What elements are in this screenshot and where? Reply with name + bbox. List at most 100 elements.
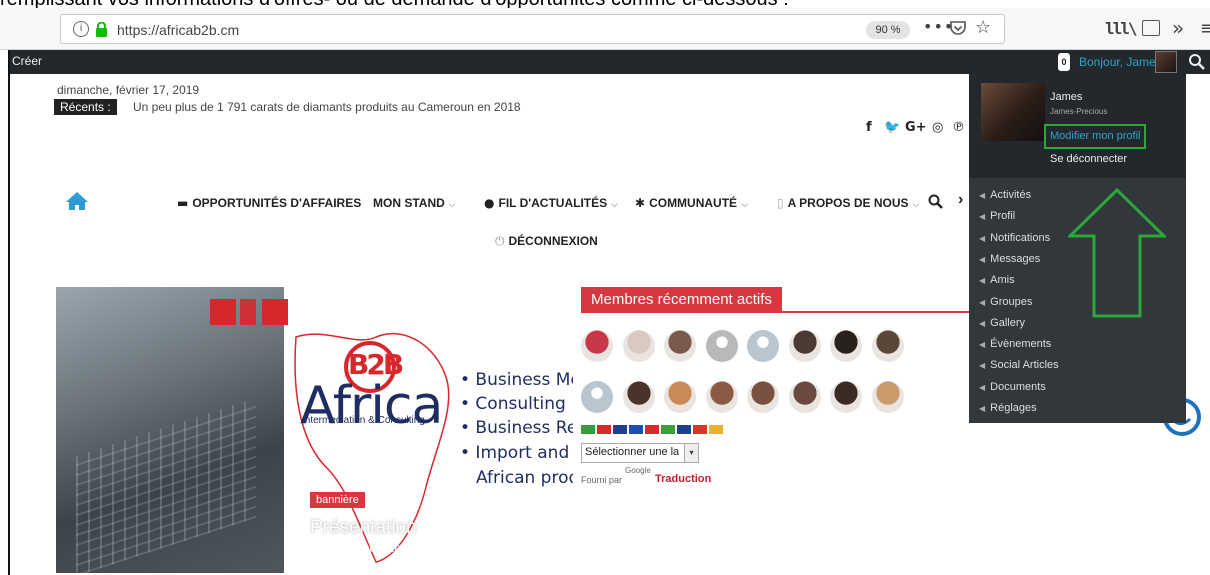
flag-icon[interactable] bbox=[581, 425, 595, 434]
current-date: dimanche, février 17, 2019 bbox=[57, 83, 200, 97]
member-avatar[interactable] bbox=[830, 381, 862, 413]
member-avatar[interactable] bbox=[705, 381, 738, 413]
account-menu-item[interactable]: ◀ Messages bbox=[979, 253, 1040, 265]
browser-toolbar: i https://africab2b.cm 90 % ••• ☆ lll\ »… bbox=[0, 8, 1210, 50]
arrow-left-icon: ◀ bbox=[979, 382, 986, 392]
member-avatar[interactable] bbox=[830, 330, 862, 362]
chevron-down-icon: ▾ bbox=[684, 444, 698, 462]
nav-mon-stand[interactable]: MON STAND ⌵ bbox=[373, 196, 456, 210]
member-avatar[interactable] bbox=[705, 330, 738, 362]
globe-icon: ● bbox=[484, 196, 495, 210]
account-menu-item[interactable]: ◀ Groupes bbox=[979, 296, 1032, 308]
account-menu-item[interactable]: ◀ Gallery bbox=[979, 317, 1025, 329]
flag-icon[interactable] bbox=[709, 425, 723, 434]
hamburger-menu-icon[interactable]: ≡ bbox=[1200, 18, 1210, 39]
member-avatar[interactable] bbox=[581, 330, 613, 362]
member-avatar[interactable] bbox=[871, 381, 904, 413]
document-icon: ▯ bbox=[777, 196, 784, 210]
flag-icon[interactable] bbox=[645, 425, 659, 434]
logout-link[interactable]: Se déconnecter bbox=[1050, 153, 1127, 165]
facebook-icon[interactable]: f bbox=[866, 120, 872, 135]
member-avatar[interactable] bbox=[747, 330, 779, 362]
nav-label: FIL D'ACTUALITÉS bbox=[498, 196, 608, 210]
flag-icon[interactable] bbox=[677, 425, 691, 434]
nav-logout[interactable]: ⏻ DÉCONNEXION bbox=[495, 234, 598, 249]
pinterest-icon[interactable]: ℗ bbox=[952, 120, 965, 135]
bookmark-star-icon[interactable]: ☆ bbox=[975, 17, 991, 38]
account-menu-label: Gallery bbox=[990, 316, 1025, 329]
twitter-icon[interactable]: 🐦 bbox=[884, 120, 900, 135]
account-menu-item[interactable]: ◀ Évènements bbox=[979, 338, 1051, 350]
account-menu-item[interactable]: ◀ Documents bbox=[979, 381, 1046, 393]
account-menu-item[interactable]: ◀ Notifications bbox=[979, 232, 1050, 244]
translate-link[interactable]: Traduction bbox=[655, 473, 711, 485]
overflow-menu-icon[interactable]: » bbox=[1172, 16, 1184, 40]
member-avatar[interactable] bbox=[622, 330, 655, 362]
address-bar[interactable]: i https://africab2b.cm 90 % ••• ☆ bbox=[60, 14, 1005, 44]
flag-icon[interactable] bbox=[661, 425, 675, 434]
arrow-left-icon: ◀ bbox=[979, 361, 986, 371]
account-menu-item[interactable]: ◀ Profil bbox=[979, 210, 1015, 222]
flag-icon[interactable] bbox=[629, 425, 643, 434]
account-menu-label: Groupes bbox=[990, 295, 1033, 308]
edit-profile-link[interactable]: Modifier mon profil bbox=[1044, 124, 1147, 149]
nav-communaute[interactable]: ✱ COMMUNAUTÉ ⌵ bbox=[635, 196, 748, 210]
account-menu-item[interactable]: ◀ Réglages bbox=[979, 402, 1037, 414]
banner-bullet: • Consulting bbox=[460, 394, 566, 414]
account-menu-item[interactable]: ◀ Activités bbox=[979, 189, 1031, 201]
google-plus-icon[interactable]: G+ bbox=[905, 120, 927, 135]
flag-icon[interactable] bbox=[693, 425, 707, 434]
url-text: https://africab2b.cm bbox=[117, 22, 240, 38]
notification-count-badge[interactable]: 0 bbox=[1058, 53, 1070, 71]
featured-banner[interactable]: B2B Africa Intermediation & Consulting •… bbox=[56, 287, 573, 573]
nav-a-propos[interactable]: ▯ A PROPOS DE NOUS ⌵ bbox=[777, 196, 919, 210]
language-select[interactable]: Sélectionner une la ▾ bbox=[581, 443, 699, 463]
decor-square bbox=[262, 299, 288, 325]
nav-label: MON STAND bbox=[373, 196, 445, 210]
nav-fil-actualites[interactable]: ● FIL D'ACTUALITÉS ⌵ bbox=[484, 196, 618, 210]
nav-opportunites[interactable]: ▬ OPPORTUNITÉS D'AFFAIRES bbox=[177, 196, 361, 210]
chevron-down-icon: ⌵ bbox=[611, 200, 618, 210]
info-icon[interactable]: i bbox=[73, 21, 89, 37]
flag-icon[interactable] bbox=[597, 425, 611, 434]
avatar[interactable] bbox=[1155, 51, 1177, 73]
instagram-icon[interactable]: ◎ bbox=[932, 120, 943, 135]
pocket-icon[interactable] bbox=[949, 19, 967, 37]
member-avatar[interactable] bbox=[747, 381, 779, 413]
arrow-left-icon: ◀ bbox=[979, 318, 986, 328]
account-greeting[interactable]: Bonjour, James bbox=[1079, 55, 1162, 69]
lock-icon bbox=[96, 22, 107, 37]
member-avatar[interactable] bbox=[788, 381, 821, 413]
member-avatar[interactable] bbox=[664, 330, 696, 362]
username: James-Precious bbox=[1050, 107, 1108, 116]
search-icon[interactable] bbox=[1188, 53, 1206, 71]
create-button[interactable]: Créer bbox=[12, 54, 42, 68]
category-tag[interactable]: bannière bbox=[310, 492, 365, 508]
home-icon[interactable] bbox=[65, 191, 89, 211]
member-avatar[interactable] bbox=[664, 381, 696, 413]
post-title[interactable]: Présentation bbox=[310, 517, 417, 539]
account-menu-label: Notifications bbox=[990, 231, 1051, 244]
decor-square bbox=[240, 299, 256, 325]
search-icon[interactable] bbox=[928, 194, 943, 209]
account-menu-label: Documents bbox=[990, 380, 1046, 393]
nav-label: DÉCONNEXION bbox=[508, 234, 598, 248]
banner-bullet: • Business Me bbox=[460, 370, 573, 390]
power-icon: ⏻ bbox=[495, 234, 505, 248]
account-menu-item[interactable]: ◀ Social Articles bbox=[979, 359, 1059, 371]
account-menu-item[interactable]: ◀ Amis bbox=[979, 274, 1015, 286]
nav-more-icon[interactable]: › bbox=[958, 191, 963, 209]
sidebar-icon[interactable] bbox=[1142, 20, 1160, 36]
recents-headline[interactable]: Un peu plus de 1 791 carats de diamants … bbox=[133, 100, 521, 114]
chevron-down-icon: ⌵ bbox=[448, 200, 456, 210]
member-avatar[interactable] bbox=[581, 381, 613, 413]
display-name[interactable]: James bbox=[1050, 91, 1082, 103]
member-avatar[interactable] bbox=[788, 330, 821, 362]
member-avatar[interactable] bbox=[871, 330, 904, 362]
member-avatar[interactable] bbox=[622, 381, 655, 413]
zoom-level[interactable]: 90 % bbox=[866, 21, 910, 39]
library-icon[interactable]: lll\ bbox=[1105, 19, 1138, 38]
flag-icon[interactable] bbox=[613, 425, 627, 434]
avatar[interactable] bbox=[981, 83, 1045, 141]
account-menu-label: Messages bbox=[990, 252, 1041, 265]
